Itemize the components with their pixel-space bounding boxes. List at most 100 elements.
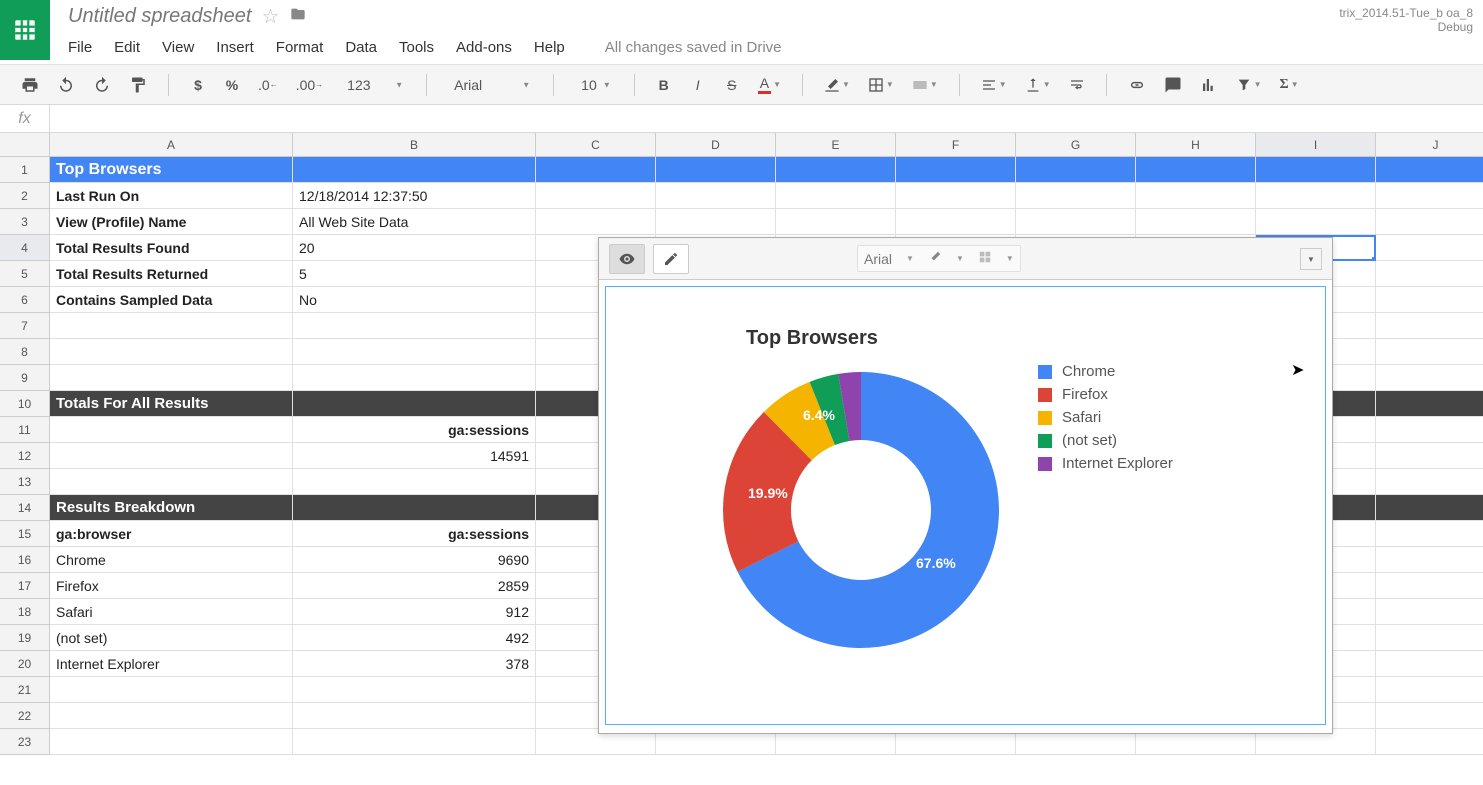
cell-J13[interactable] xyxy=(1376,469,1483,495)
cell-B22[interactable] xyxy=(293,703,536,729)
legend-item[interactable]: Chrome xyxy=(1038,363,1173,380)
row-header-5[interactable]: 5 xyxy=(0,261,50,287)
cell-F3[interactable] xyxy=(896,209,1016,235)
cell-J5[interactable] xyxy=(1376,261,1483,287)
cell-A16[interactable]: Chrome xyxy=(50,547,293,573)
row-header-20[interactable]: 20 xyxy=(0,651,50,677)
col-header-J[interactable]: J xyxy=(1376,133,1483,157)
row-header-14[interactable]: 14 xyxy=(0,495,50,521)
row-header-2[interactable]: 2 xyxy=(0,183,50,209)
fill-color-icon[interactable]: ▼ xyxy=(821,71,853,99)
cell-A4[interactable]: Total Results Found xyxy=(50,235,293,261)
cell-G2[interactable] xyxy=(1016,183,1136,209)
borders-icon[interactable]: ▼ xyxy=(865,71,897,99)
document-title[interactable]: Untitled spreadsheet xyxy=(68,5,251,28)
cell-B4[interactable]: 20 xyxy=(293,235,536,261)
cell-J1[interactable] xyxy=(1376,157,1483,183)
cell-A6[interactable]: Contains Sampled Data xyxy=(50,287,293,313)
cell-B2[interactable]: 12/18/2014 12:37:50 xyxy=(293,183,536,209)
cell-B9[interactable] xyxy=(293,365,536,391)
cell-C1[interactable] xyxy=(536,157,656,183)
cell-J8[interactable] xyxy=(1376,339,1483,365)
cell-I3[interactable] xyxy=(1256,209,1376,235)
cell-B13[interactable] xyxy=(293,469,536,495)
cell-B8[interactable] xyxy=(293,339,536,365)
row-header-17[interactable]: 17 xyxy=(0,573,50,599)
cell-B5[interactable]: 5 xyxy=(293,261,536,287)
cell-C2[interactable] xyxy=(536,183,656,209)
cell-E3[interactable] xyxy=(776,209,896,235)
menu-edit[interactable]: Edit xyxy=(114,39,140,56)
cell-D1[interactable] xyxy=(656,157,776,183)
currency-icon[interactable]: $ xyxy=(187,71,209,99)
cell-D3[interactable] xyxy=(656,209,776,235)
cell-B1[interactable] xyxy=(293,157,536,183)
cell-A8[interactable] xyxy=(50,339,293,365)
row-header-19[interactable]: 19 xyxy=(0,625,50,651)
cell-F1[interactable] xyxy=(896,157,1016,183)
menu-add-ons[interactable]: Add-ons xyxy=(456,39,512,56)
cell-J18[interactable] xyxy=(1376,599,1483,625)
cell-H3[interactable] xyxy=(1136,209,1256,235)
row-header-10[interactable]: 10 xyxy=(0,391,50,417)
cell-A1[interactable]: Top Browsers xyxy=(50,157,293,183)
cell-J19[interactable] xyxy=(1376,625,1483,651)
select-all-corner[interactable] xyxy=(0,133,50,157)
cell-J21[interactable] xyxy=(1376,677,1483,703)
row-header-4[interactable]: 4 xyxy=(0,235,50,261)
col-header-A[interactable]: A xyxy=(50,133,293,157)
cell-B15[interactable]: ga:sessions xyxy=(293,521,536,547)
halign-icon[interactable]: ▼ xyxy=(978,71,1010,99)
cell-A5[interactable]: Total Results Returned xyxy=(50,261,293,287)
chart-view-icon[interactable] xyxy=(609,244,645,274)
filter-icon[interactable]: ▼ xyxy=(1233,71,1265,99)
increase-decimal-icon[interactable]: .00→ xyxy=(293,71,326,99)
menu-insert[interactable]: Insert xyxy=(216,39,254,56)
legend-item[interactable]: Firefox xyxy=(1038,386,1173,403)
cell-B21[interactable] xyxy=(293,677,536,703)
paint-format-icon[interactable] xyxy=(126,71,150,99)
cell-I2[interactable] xyxy=(1256,183,1376,209)
chart-fill-icon[interactable] xyxy=(928,250,942,267)
row-header-15[interactable]: 15 xyxy=(0,521,50,547)
cell-H2[interactable] xyxy=(1136,183,1256,209)
col-header-I[interactable]: I xyxy=(1256,133,1376,157)
print-icon[interactable] xyxy=(18,71,42,99)
col-header-D[interactable]: D xyxy=(656,133,776,157)
merge-icon[interactable]: ▼ xyxy=(909,71,941,99)
cell-J20[interactable] xyxy=(1376,651,1483,677)
percent-icon[interactable]: % xyxy=(221,71,243,99)
cell-B19[interactable]: 492 xyxy=(293,625,536,651)
decrease-decimal-icon[interactable]: .0← xyxy=(255,71,281,99)
cell-A13[interactable] xyxy=(50,469,293,495)
row-header-6[interactable]: 6 xyxy=(0,287,50,313)
cell-B14[interactable] xyxy=(293,495,536,521)
row-header-11[interactable]: 11 xyxy=(0,417,50,443)
chart-edit-icon[interactable] xyxy=(653,244,689,274)
row-header-3[interactable]: 3 xyxy=(0,209,50,235)
cell-J4[interactable] xyxy=(1376,235,1483,261)
cell-G3[interactable] xyxy=(1016,209,1136,235)
menu-file[interactable]: File xyxy=(68,39,92,56)
cell-B6[interactable]: No xyxy=(293,287,536,313)
row-header-22[interactable]: 22 xyxy=(0,703,50,729)
legend-item[interactable]: Internet Explorer xyxy=(1038,455,1173,472)
cell-J2[interactable] xyxy=(1376,183,1483,209)
row-header-8[interactable]: 8 xyxy=(0,339,50,365)
menu-view[interactable]: View xyxy=(162,39,194,56)
cell-A18[interactable]: Safari xyxy=(50,599,293,625)
col-header-E[interactable]: E xyxy=(776,133,896,157)
cell-J6[interactable] xyxy=(1376,287,1483,313)
menu-tools[interactable]: Tools xyxy=(399,39,434,56)
cell-G1[interactable] xyxy=(1016,157,1136,183)
number-format-select[interactable]: 123▼ xyxy=(338,74,408,96)
legend-item[interactable]: Safari xyxy=(1038,409,1173,426)
cell-B12[interactable]: 14591 xyxy=(293,443,536,469)
cell-A22[interactable] xyxy=(50,703,293,729)
cell-A17[interactable]: Firefox xyxy=(50,573,293,599)
text-color-icon[interactable]: A▼ xyxy=(755,71,784,99)
cell-B10[interactable] xyxy=(293,391,536,417)
cell-B7[interactable] xyxy=(293,313,536,339)
formula-input[interactable] xyxy=(50,105,1483,132)
menu-data[interactable]: Data xyxy=(345,39,377,56)
